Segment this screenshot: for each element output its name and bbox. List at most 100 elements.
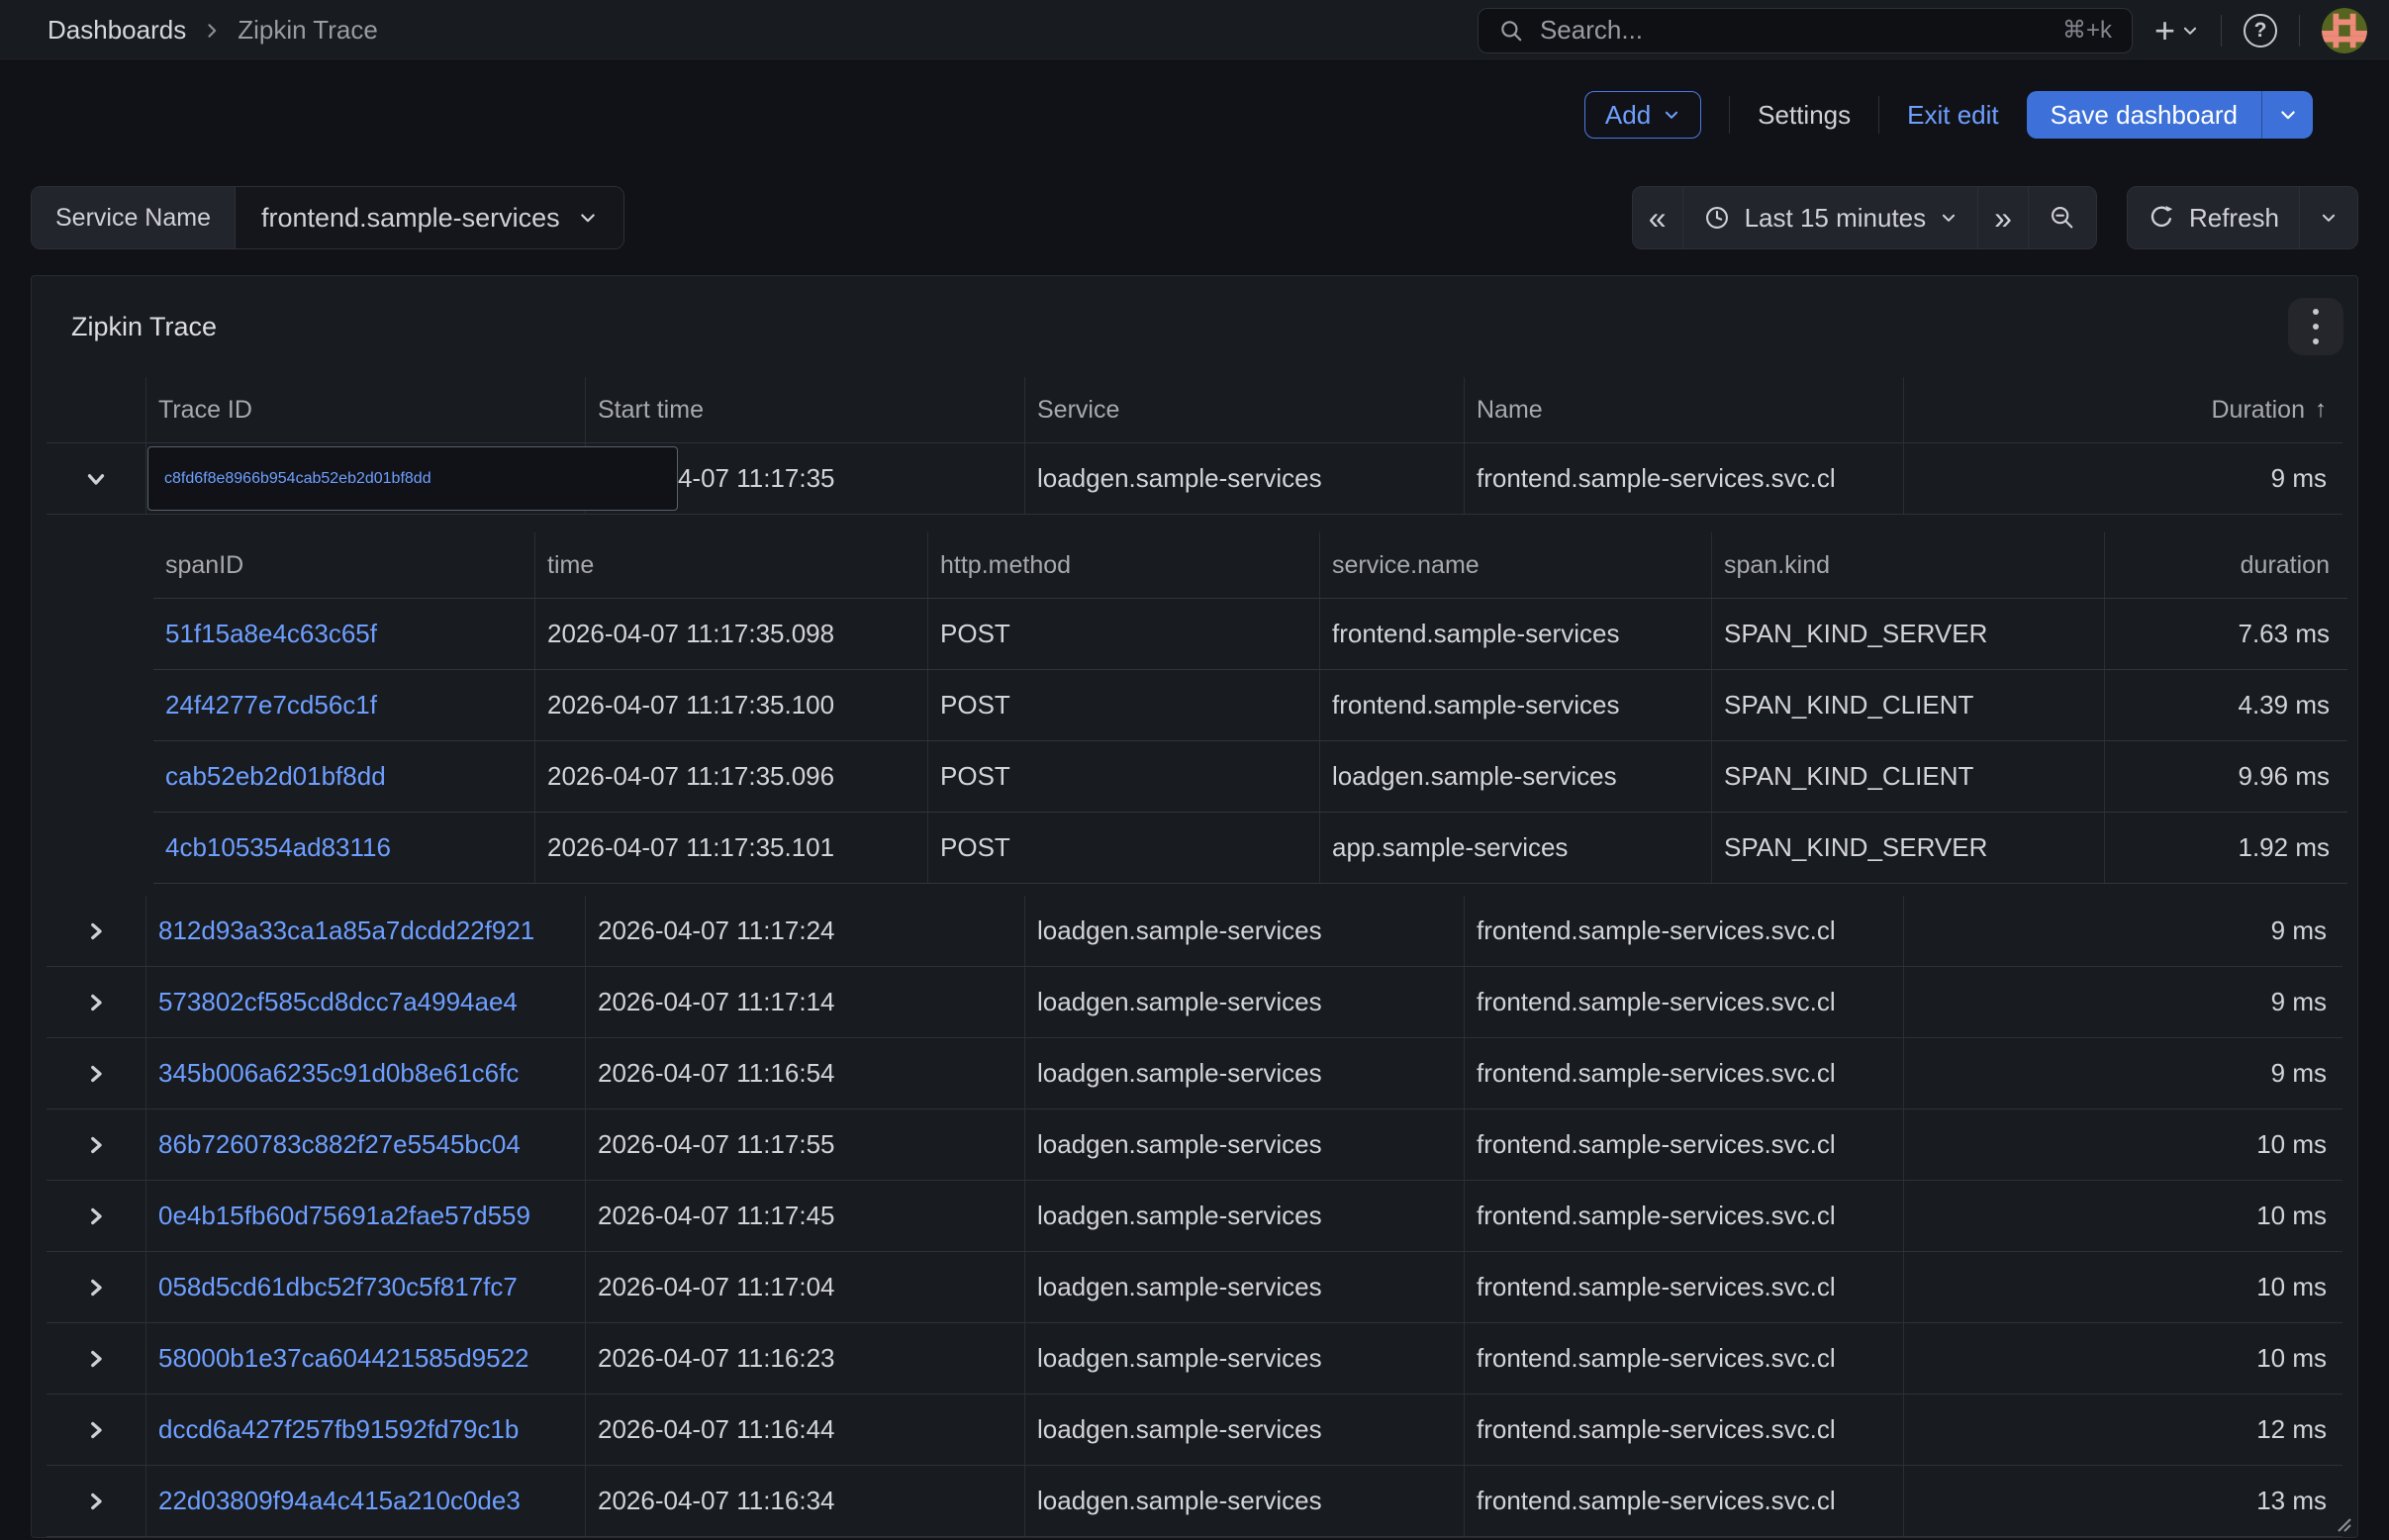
settings-button[interactable]: Settings [1758, 100, 1851, 131]
subtable-column-header-service-name[interactable]: service.name [1319, 532, 1711, 598]
service-cell: loadgen.sample-services [1024, 443, 1464, 514]
column-header-name[interactable]: Name [1464, 377, 1903, 442]
chevron-right-icon [83, 1203, 109, 1229]
duration-cell: 13 ms [1903, 1466, 2344, 1536]
table-row: 812d93a33ca1a85a7dcdd22f9212026-04-07 11… [47, 896, 2342, 967]
panel-resize-handle[interactable] [2331, 1511, 2352, 1533]
expand-row-button[interactable] [77, 1126, 115, 1164]
user-avatar[interactable] [2322, 8, 2367, 53]
column-header-service[interactable]: Service [1024, 377, 1464, 442]
span-cell-http-method: POST [927, 599, 1319, 669]
panel-menu-button[interactable] [2288, 298, 2343, 355]
span-cell-service-name: loadgen.sample-services [1319, 741, 1711, 812]
expand-row-button[interactable] [77, 1483, 115, 1520]
span-row: cab52eb2d01bf8dd2026-04-07 11:17:35.096P… [153, 741, 2347, 813]
subtable-column-header-spanID[interactable]: spanID [153, 532, 534, 598]
expand-row-button[interactable] [77, 1055, 115, 1093]
column-header-trace-id[interactable]: Trace ID [145, 377, 585, 442]
table-row: 58000b1e37ca604421585d9522 2026-04-07 11:… [47, 1323, 2342, 1395]
table-row: 345b006a6235c91d0b8e61c6fc2026-04-07 11:… [47, 1038, 2342, 1109]
search-input[interactable]: Search... ⌘+k [1478, 8, 2133, 53]
subtable-column-header-http-method[interactable]: http.method [927, 532, 1319, 598]
clock-icon [1703, 204, 1731, 232]
duration-cell: 9 ms [1903, 1038, 2344, 1108]
expand-row-button[interactable] [77, 1269, 115, 1306]
expand-row-button[interactable] [77, 1198, 115, 1235]
span-id-link[interactable]: cab52eb2d01bf8dd [165, 761, 386, 792]
time-zoom-out-button[interactable] [2028, 187, 2096, 248]
duration-cell: 9 ms [1903, 967, 2344, 1037]
span-subtable-header: spanIDtimehttp.methodservice.name span.ki… [153, 532, 2347, 599]
zoom-out-icon [2049, 204, 2076, 232]
refresh-label: Refresh [2189, 203, 2279, 234]
table-row: 86b7260783c882f27e5545bc04 2026-04-07 11:… [47, 1109, 2342, 1181]
help-button[interactable]: ? [2244, 14, 2277, 48]
trace-id-link[interactable]: 573802cf585cd8dcc7a4994ae4 [158, 987, 518, 1017]
time-shift-forward-button[interactable]: » [1977, 187, 2028, 248]
chevron-right-icon [83, 1061, 109, 1087]
add-button-label: Add [1605, 100, 1651, 131]
table-row: dccd6a427f257fb91592fd79c1b 2026-04-07 11… [47, 1395, 2342, 1466]
trace-id-link[interactable]: 812d93a33ca1a85a7dcdd22f921 [158, 915, 534, 946]
trace-id-link[interactable]: 345b006a6235c91d0b8e61c6fc [158, 1058, 519, 1089]
trace-id-cell: 0e4b15fb60d75691a2fae57d559 [145, 1181, 585, 1251]
chevron-right-icon [83, 1132, 109, 1158]
trace-id-link[interactable]: 58000b1e37ca604421585d9522 [158, 1343, 529, 1374]
start-time-cell: 2026-04-07 11:17:55 [585, 1109, 1024, 1180]
span-id-link[interactable]: 51f15a8e4c63c65f [165, 619, 377, 649]
duration-cell: 9 ms [1903, 443, 2344, 514]
time-controls: « Last 15 minutes » [1632, 186, 2358, 249]
column-header-duration[interactable]: Duration↑ [1903, 377, 2344, 442]
breadcrumb-dashboards-link[interactable]: Dashboards [48, 15, 186, 46]
span-row: 4cb105354ad831162026-04-07 11:17:35.101P… [153, 813, 2347, 884]
refresh-icon [2148, 204, 2175, 232]
trace-id-link[interactable]: 0e4b15fb60d75691a2fae57d559 [158, 1201, 530, 1231]
span-cell-service-name: frontend.sample-services [1319, 670, 1711, 740]
expand-row-button[interactable] [77, 1340, 115, 1378]
chevron-down-icon [83, 466, 109, 492]
span-cell-duration: 1.92 ms [2104, 813, 2347, 883]
trace-id-cell: 58000b1e37ca604421585d9522 [145, 1323, 585, 1394]
span-cell-http-method: POST [927, 670, 1319, 740]
duration-cell: 12 ms [1903, 1395, 2344, 1465]
refresh-button[interactable]: Refresh [2128, 187, 2299, 248]
add-button[interactable]: Add [1584, 91, 1701, 139]
time-range-picker[interactable]: Last 15 minutes [1682, 187, 1978, 248]
save-dashboard-button[interactable]: Save dashboard [2027, 91, 2261, 139]
collapse-row-button[interactable] [77, 460, 115, 498]
time-shift-back-button[interactable]: « [1633, 187, 1682, 248]
service-name-select[interactable]: frontend.sample-services [236, 187, 623, 248]
expander-cell [47, 1038, 145, 1108]
trace-id-link[interactable]: c8fd6f8e8966b954cab52eb2d01bf8dd [164, 470, 431, 488]
trace-id-link[interactable]: 86b7260783c882f27e5545bc04 [158, 1129, 521, 1160]
trace-id-link[interactable]: dccd6a427f257fb91592fd79c1b [158, 1414, 519, 1445]
column-header-label: Start time [598, 396, 704, 425]
top-nav: Dashboards Zipkin Trace Search... ⌘+k + … [0, 0, 2389, 61]
expand-row-button[interactable] [77, 984, 115, 1021]
subtable-column-header-time[interactable]: time [534, 532, 927, 598]
start-time-cell: 2026-04-07 11:17:04 [585, 1252, 1024, 1322]
start-time-cell: 2026-04-07 11:16:44 [585, 1395, 1024, 1465]
span-id-link[interactable]: 4cb105354ad83116 [165, 832, 391, 863]
span-id-link[interactable]: 24f4277e7cd56c1f [165, 690, 377, 721]
trace-id-link[interactable]: 22d03809f94a4c415a210c0de3 [158, 1486, 521, 1516]
refresh-interval-dropdown[interactable] [2299, 187, 2357, 248]
expand-row-button[interactable] [77, 913, 115, 950]
expander-cell [47, 967, 145, 1037]
subtable-column-header-span-kind[interactable]: span.kind [1711, 532, 2104, 598]
span-cell-spanID: 51f15a8e4c63c65f [153, 599, 534, 669]
subtable-column-header-duration[interactable]: duration [2104, 532, 2347, 598]
subtable-column-header-label: span.kind [1724, 551, 1830, 580]
new-button[interactable]: + [2154, 13, 2199, 48]
column-header-start-time[interactable]: Start time [585, 377, 1024, 442]
trace-id-link[interactable]: 058d5cd61dbc52f730c5f817fc7 [158, 1272, 518, 1302]
save-dashboard-dropdown-button[interactable] [2261, 91, 2313, 139]
exit-edit-button[interactable]: Exit edit [1907, 100, 1999, 131]
expand-row-button[interactable] [77, 1411, 115, 1449]
edit-toolbar: Add Settings Exit edit Save dashboard [0, 61, 2389, 168]
span-cell-spanID: cab52eb2d01bf8dd [153, 741, 534, 812]
start-time-cell: 2026-04-07 11:16:23 [585, 1323, 1024, 1394]
name-cell: frontend.sample-services.svc.cl [1464, 1323, 1903, 1394]
table-row: 2026-04-07 11:17:35loadgen.sample-servic… [47, 443, 2342, 515]
trace-id-cell: 812d93a33ca1a85a7dcdd22f921 [145, 896, 585, 966]
